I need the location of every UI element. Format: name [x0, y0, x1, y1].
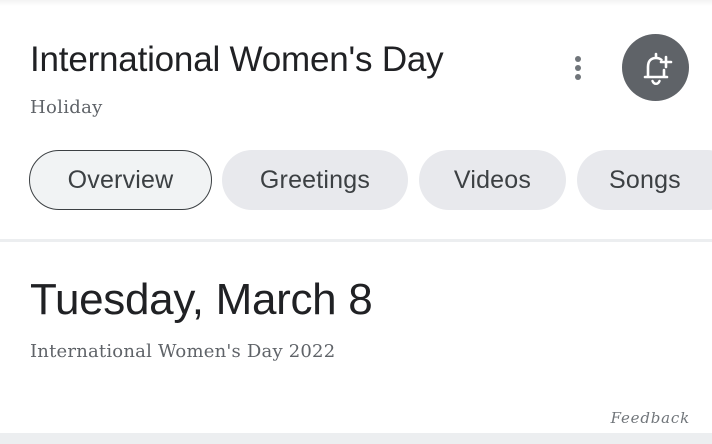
tab-label: Songs — [609, 165, 681, 194]
tab-label: Greetings — [259, 165, 371, 194]
more-options-button[interactable] — [562, 50, 594, 86]
date-card: Tuesday, March 8 International Women's D… — [0, 242, 712, 433]
add-alert-bell-icon — [643, 52, 672, 85]
tab-overview[interactable]: Overview — [29, 150, 212, 210]
tab-greetings[interactable]: Greetings — [222, 150, 408, 210]
bottom-separator — [0, 433, 712, 444]
tab-label: Overview — [67, 165, 174, 194]
tab-songs[interactable]: Songs — [577, 150, 712, 210]
feedback-link[interactable]: Feedback — [611, 408, 690, 428]
entity-type-label: Holiday — [30, 97, 103, 118]
top-shadow — [0, 0, 712, 6]
add-reminder-button[interactable] — [622, 34, 689, 101]
event-description: International Women's Day 2022 — [30, 341, 336, 362]
page-title: International Women's Day — [30, 40, 444, 79]
event-date: Tuesday, March 8 — [30, 275, 373, 324]
knowledge-panel-header: International Women's Day Holiday Overvi… — [0, 0, 712, 239]
tab-label: Videos — [453, 165, 532, 194]
more-vert-icon — [575, 56, 581, 80]
tab-videos[interactable]: Videos — [419, 150, 566, 210]
